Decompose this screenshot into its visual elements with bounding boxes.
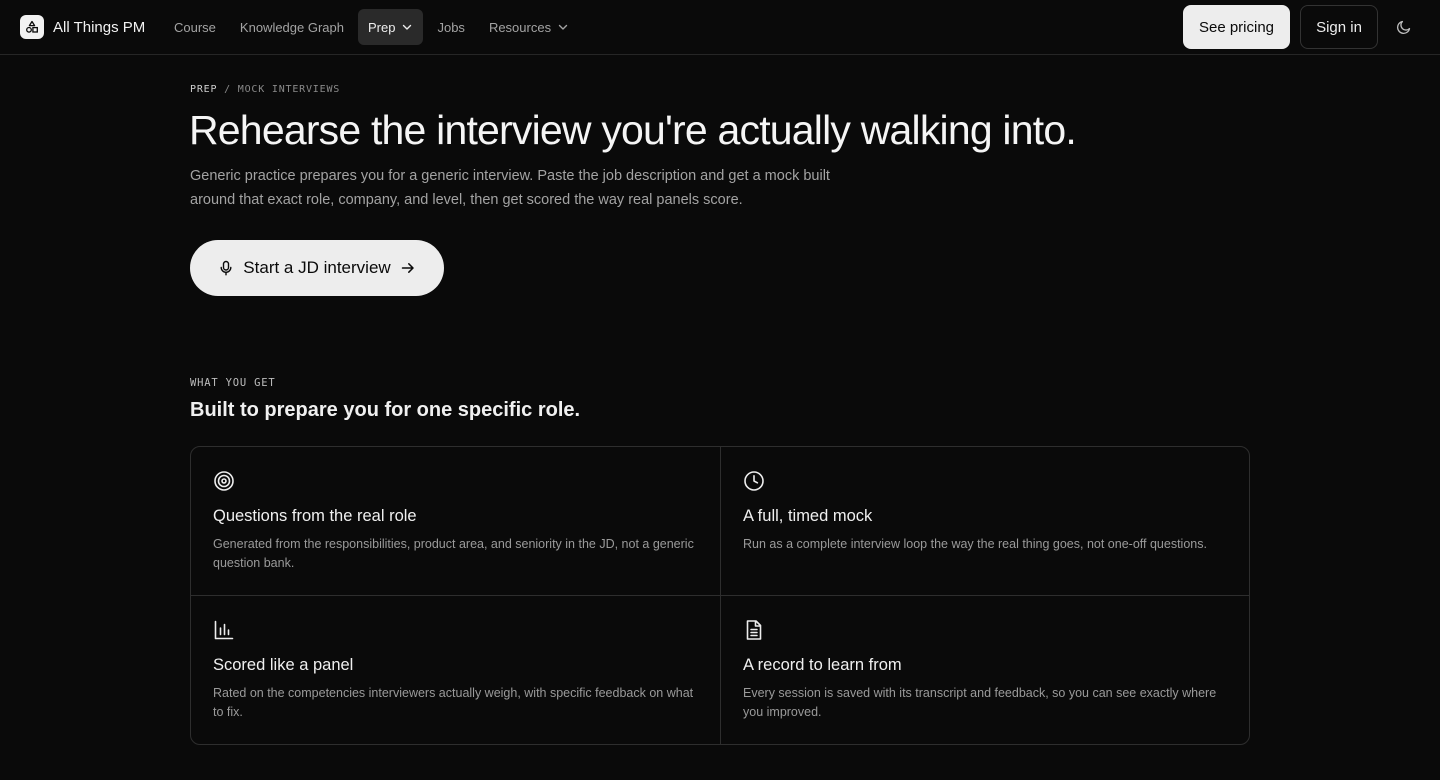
moon-icon <box>1396 20 1411 35</box>
page-title: Rehearse the interview you're actually w… <box>189 107 1077 153</box>
feature-card: A full, timed mock Run as a complete int… <box>721 447 1249 596</box>
start-jd-interview-button[interactable]: Start a JD interview <box>190 240 444 296</box>
theme-toggle-button[interactable] <box>1392 15 1416 39</box>
clock-icon <box>744 471 764 491</box>
brand-link[interactable]: All Things PM <box>20 15 145 39</box>
feature-title: A full, timed mock <box>743 507 873 525</box>
nav-item-resources[interactable]: Resources <box>479 9 579 45</box>
arrow-right-icon <box>401 263 414 273</box>
document-icon <box>746 620 762 640</box>
feature-description: Every session is saved with its transcri… <box>743 686 1217 719</box>
feature-description: Run as a complete interview loop the way… <box>743 537 1207 551</box>
breadcrumb-separator: / <box>224 84 231 95</box>
nav-item-label: Jobs <box>437 19 465 35</box>
nav-item-jobs[interactable]: Jobs <box>427 9 474 45</box>
feature-card: A record to learn from Every session is … <box>721 596 1249 744</box>
breadcrumb-current: MOCK INTERVIEWS <box>237 84 341 95</box>
features-grid: Questions from the real role Generated f… <box>190 446 1250 745</box>
bar-chart-icon <box>214 620 234 640</box>
feature-title: A record to learn from <box>743 656 902 674</box>
section-label: WHAT YOU GET <box>190 377 276 389</box>
feature-card: Scored like a panel Rated on the compete… <box>191 596 721 744</box>
nav-item-label: Resources <box>488 19 552 35</box>
section-title: Built to prepare you for one specific ro… <box>190 399 581 421</box>
nav-item-label: Prep <box>368 19 396 35</box>
nav-item-course[interactable]: Course <box>164 9 226 45</box>
nav-item-label: Course <box>174 19 216 35</box>
main-nav: Course Knowledge Graph Prep Jobs Resourc… <box>164 9 579 45</box>
feature-title: Questions from the real role <box>213 507 417 525</box>
chevron-down-icon <box>558 24 568 30</box>
cta-label: Start a JD interview <box>243 258 391 277</box>
see-pricing-button[interactable]: See pricing <box>1183 5 1290 49</box>
feature-title: Scored like a panel <box>213 656 354 674</box>
microphone-icon <box>220 260 232 276</box>
nav-item-prep[interactable]: Prep <box>358 9 424 45</box>
nav-item-label: Knowledge Graph <box>239 19 344 35</box>
brand-name: All Things PM <box>53 18 146 36</box>
target-icon <box>214 471 234 491</box>
feature-description: Rated on the competencies interviewers a… <box>213 686 694 719</box>
nav-item-knowledge-graph[interactable]: Knowledge Graph <box>230 9 354 45</box>
breadcrumb-parent[interactable]: PREP <box>190 84 217 95</box>
top-navigation-bar: All Things PM Course Knowledge Graph Pre… <box>0 0 1440 55</box>
feature-card: Questions from the real role Generated f… <box>191 447 721 596</box>
breadcrumb: PREP / MOCK INTERVIEWS <box>190 84 340 98</box>
chevron-down-icon <box>403 24 412 30</box>
page-subtitle: Generic practice prepares you for a gene… <box>190 168 830 208</box>
brand-logo-icon <box>20 15 44 39</box>
feature-description: Generated from the responsibilities, pro… <box>213 537 694 570</box>
sign-in-button[interactable]: Sign in <box>1300 5 1378 49</box>
